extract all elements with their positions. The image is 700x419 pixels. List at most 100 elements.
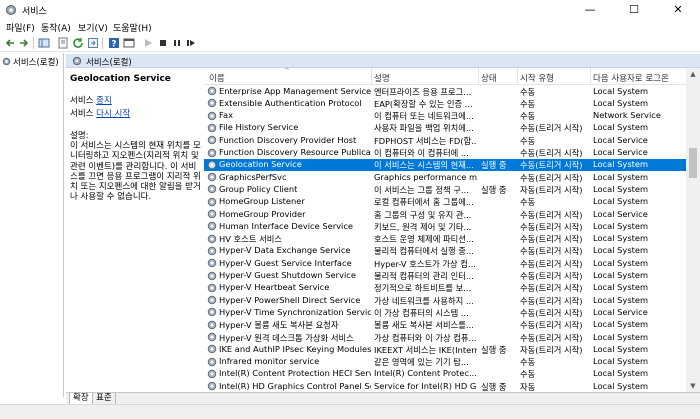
column-header-log-on-as[interactable]: 다음 사용자로 로그온 xyxy=(593,72,669,84)
stop-prefix: 서비스 xyxy=(70,96,97,106)
table-row[interactable]: HomeGroup Listener 로컬 컴퓨터에서 홈 그룹에... 수동 Loc… xyxy=(204,196,686,208)
restart-prefix: 서비스 xyxy=(70,109,97,119)
scroll-down-arrow-icon[interactable]: ▼ xyxy=(686,380,700,392)
table-row[interactable]: Hyper-V 원격 데스크톱 가상화 서비스 가상 컴퓨터와 이 가상 컴퓨..… xyxy=(204,331,686,343)
cell-log-on-as: Local System xyxy=(593,196,649,207)
export-icon[interactable] xyxy=(87,37,99,49)
cell-name: Intel(R) HD Graphics Control Panel Servi… xyxy=(219,380,371,391)
table-row[interactable]: Enterprise App Management Service 엔터프라이즈 … xyxy=(204,85,686,97)
cell-startup-type: 수동(트리거 시작) xyxy=(520,271,583,281)
description-text: 이 서비스는 시스템의 현재 위치를 모니터링하고 지오펜스(지리적 위치 및 … xyxy=(70,141,202,203)
menu-view[interactable]: 보기(V) xyxy=(78,21,108,34)
vertical-scrollbar[interactable]: ▲ ▼ xyxy=(686,68,700,392)
table-row[interactable]: Hyper-V Heartbeat Service 정기적으로 하트비트를 보..… xyxy=(204,282,686,294)
refresh-icon[interactable] xyxy=(72,37,84,49)
cell-description: 정기적으로 하트비트를 보... xyxy=(374,283,472,294)
cell-name: Function Discovery Resource Publication xyxy=(219,147,371,157)
menu-help[interactable]: 도움말(H) xyxy=(113,21,152,34)
cell-startup-type: 수동(트리거 시작) xyxy=(520,221,583,232)
cell-startup-type: 수동(트리거 시작) xyxy=(520,320,583,331)
column-header-name[interactable]: 이름 xyxy=(209,72,225,84)
console-icon[interactable] xyxy=(123,37,135,49)
restart-service-line: 서비스 다시 시작 xyxy=(70,107,200,119)
close-button[interactable]: ✕ xyxy=(656,0,700,20)
table-row[interactable]: Intel(R) Content Protection HECI Service… xyxy=(204,368,686,380)
table-row[interactable]: Hyper-V Time Synchronization Service 이 가상… xyxy=(204,306,686,318)
show-tree-icon[interactable] xyxy=(38,37,50,49)
cell-startup-type: 수동(트리거 시작) xyxy=(520,148,583,158)
scroll-thumb[interactable] xyxy=(689,148,697,178)
pause-icon[interactable] xyxy=(171,37,183,49)
table-row[interactable]: HV 호스트 서비스 호스트 운영 체제에 파티션... 수동(트리거 시작) Loc… xyxy=(204,233,686,245)
maximize-button[interactable]: ☐ xyxy=(612,0,656,20)
service-gear-icon xyxy=(207,357,217,366)
table-row[interactable]: Group Policy Client 이 서비스는 그룹 정책 구... 실행 중… xyxy=(204,183,686,195)
column-header-status[interactable]: 상태 xyxy=(481,72,497,84)
stop-icon[interactable] xyxy=(157,37,169,49)
cell-description: Service for Intel(R) HD Gra... xyxy=(374,380,477,391)
table-row[interactable]: HomeGroup Provider 홈 그룹의 구성 및 유지 관... 수동(트… xyxy=(204,208,686,220)
cell-startup-type: 수동(트리거 시작) xyxy=(520,172,583,183)
table-row[interactable]: Human Interface Device Service 키보드, 원격 제어… xyxy=(204,220,686,232)
cell-name: HomeGroup Provider xyxy=(219,208,306,219)
menu-action[interactable]: 동작(A) xyxy=(41,21,71,34)
table-row[interactable]: Infrared monitor service 같은 영역에 있는 기기 탐..… xyxy=(204,356,686,368)
table-row[interactable]: File History Service 사용자 파일을 백업 위치에... 수동(… xyxy=(204,122,686,134)
service-gear-icon xyxy=(207,320,217,329)
gear-icon xyxy=(2,57,11,66)
table-row[interactable]: Function Discovery Provider Host FDPHOST … xyxy=(204,134,686,146)
service-gear-icon xyxy=(207,246,217,256)
cell-log-on-as: Network Service xyxy=(593,110,661,121)
restart-icon[interactable] xyxy=(185,37,197,49)
properties-icon[interactable] xyxy=(57,37,69,49)
service-gear-icon xyxy=(207,86,217,96)
table-row[interactable]: Function Discovery Resource Publication 이… xyxy=(204,147,686,159)
cell-description: 호스트 운영 체제에 파티션... xyxy=(374,234,474,245)
toolbar-separator xyxy=(102,37,103,49)
table-row[interactable]: Hyper-V PowerShell Direct Service 가상 네트워크… xyxy=(204,294,686,306)
cell-name: Enterprise App Management Service xyxy=(219,85,371,96)
cell-startup-type: 수동(트리거 시작) xyxy=(520,123,583,134)
column-header-startup-type[interactable]: 시작 유형 xyxy=(520,72,554,84)
menu-file[interactable]: 파일(F) xyxy=(6,21,35,34)
cell-name: IKE and AuthIP IPsec Keying Modules xyxy=(219,343,371,354)
cell-description: 이 가상 컴퓨터의 시스템 ... xyxy=(374,307,469,318)
table-row[interactable]: Fax 이 컴퓨터 또는 네트워크에... 수동 Network Service xyxy=(204,110,686,122)
cell-name: Intel(R) Content Protection HECI Service xyxy=(219,368,371,379)
help-icon[interactable]: ? xyxy=(108,37,120,49)
cell-name: Hyper-V Data Exchange Service xyxy=(219,245,351,256)
service-gear-icon xyxy=(207,345,217,354)
play-icon[interactable] xyxy=(142,37,154,49)
table-row[interactable]: Hyper-V Guest Shutdown Service 물리적 컴퓨터의 관… xyxy=(204,270,686,282)
scroll-up-arrow-icon[interactable]: ▲ xyxy=(686,68,700,80)
table-row[interactable]: Extensible Authentication Protocol EAP(확장… xyxy=(204,97,686,109)
table-row[interactable]: Hyper-V Data Exchange Service 물리적 컴퓨터에서 실… xyxy=(204,245,686,257)
back-arrow-icon[interactable] xyxy=(4,37,16,49)
forward-arrow-icon[interactable] xyxy=(18,37,30,49)
cell-name: Hyper-V Guest Service Interface xyxy=(219,257,352,268)
restart-service-link[interactable]: 다시 시작 xyxy=(96,109,130,119)
menu-bar: 파일(F) 동작(A) 보기(V) 도움말(H) xyxy=(0,19,700,35)
table-row[interactable]: Intel(R) HD Graphics Control Panel Servi… xyxy=(204,380,686,392)
table-row[interactable]: Geolocation Service 이 서비스는 시스템의 현재... 실행 중… xyxy=(204,158,686,172)
cell-description: 키보드, 원격 제어 및 기타... xyxy=(374,221,472,232)
service-gear-icon xyxy=(207,381,217,391)
table-row[interactable]: Hyper-V Guest Service Interface Hyper-V 호… xyxy=(204,257,686,269)
cell-log-on-as: Local System xyxy=(593,343,649,354)
cell-description: 엔터프라이즈 응용 프로그... xyxy=(374,86,472,97)
cell-name: Hyper-V 원격 데스크톱 가상화 서비스 xyxy=(219,332,354,343)
table-row[interactable]: Hyper-V 볼륨 새도 복사본 요청자 볼륨 새도 복사본 서비스를... 수동… xyxy=(204,319,686,331)
tree-item-services-local[interactable]: 서비스(로컬) xyxy=(2,55,59,68)
table-row[interactable]: GraphicsPerfSvc Graphics performance mo..… xyxy=(204,171,686,183)
column-header-description[interactable]: 설명 xyxy=(374,72,390,84)
cell-startup-type: 수동 xyxy=(520,86,536,97)
table-row[interactable]: IKE and AuthIP IPsec Keying Modules IKEEX… xyxy=(204,343,686,355)
stop-service-link[interactable]: 중지 xyxy=(96,96,112,106)
cell-description: 이 서비스는 시스템의 현재... xyxy=(374,160,474,171)
minimize-button[interactable]: — xyxy=(568,0,612,20)
cell-startup-type: 자동(트리거 시작) xyxy=(520,344,583,355)
cell-log-on-as: Local System xyxy=(593,233,649,244)
cell-log-on-as: Local System xyxy=(593,171,649,182)
cell-log-on-as: Local System xyxy=(593,159,649,170)
cell-log-on-as: Local Service xyxy=(593,134,648,145)
